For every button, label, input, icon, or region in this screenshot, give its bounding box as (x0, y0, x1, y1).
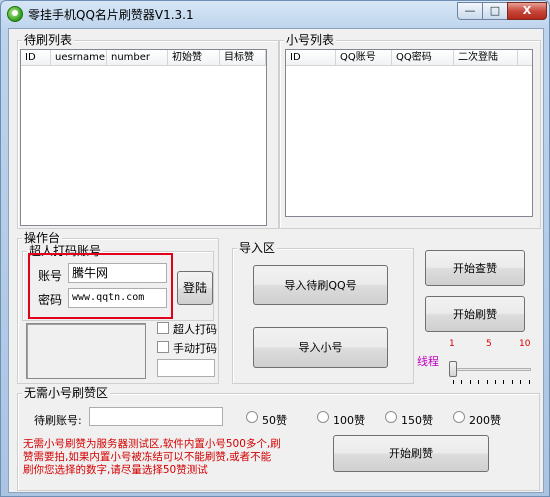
start-check-likes-button[interactable]: 开始查赞 (425, 250, 525, 286)
alt-listview[interactable]: ID QQ账号 QQ密码 二次登陆 (285, 49, 533, 217)
radio-200-label: 200赞 (469, 414, 501, 427)
notice-line-3: 刷你您选择的数字,请尽量选择50赞测试 (23, 464, 208, 476)
maximize-button[interactable]: □ (482, 2, 508, 20)
threads-tick-mark (503, 380, 505, 384)
radio-50[interactable] (246, 411, 258, 423)
pending-col-id[interactable]: ID (21, 50, 51, 65)
pending-col-initial-likes[interactable]: 初始赞 (168, 50, 220, 65)
account-label: 账号 (38, 269, 63, 283)
import-title: 导入区 (237, 241, 278, 255)
pending-col-number[interactable]: number (107, 50, 168, 65)
pending-col-username[interactable]: uesrname (51, 50, 107, 65)
threads-tick-mark (478, 380, 480, 384)
target-account-label: 待刷账号: (34, 414, 82, 427)
threads-tick-5: 5 (486, 339, 492, 349)
alt-list-title: 小号列表 (284, 33, 337, 47)
account-input[interactable]: 騰牛网 (68, 263, 167, 283)
app-logo-icon (7, 6, 23, 22)
superman-captcha-label: 超人打码 (173, 323, 217, 336)
pending-listview[interactable]: ID uesrname number 初始赞 目标赞 (20, 49, 267, 226)
pending-list-header: ID uesrname number 初始赞 目标赞 (21, 50, 266, 66)
radio-100-label: 100赞 (333, 414, 365, 427)
radio-150-label: 150赞 (401, 414, 433, 427)
manual-captcha-checkbox[interactable] (157, 341, 169, 353)
target-account-input[interactable] (89, 407, 223, 426)
window-title: 零挂手机QQ名片刷赞器V1.3.1 (28, 8, 194, 22)
superman-captcha-checkbox[interactable] (157, 322, 169, 334)
notice-line-1: 无需小号刷赞为服务器测试区,软件内置小号500多个,刷 (23, 438, 281, 450)
alt-col-qq-account[interactable]: QQ账号 (336, 50, 392, 65)
client-area: 待刷列表 ID uesrname number 初始赞 目标赞 小号列表 ID … (8, 28, 544, 493)
title-bar[interactable]: 零挂手机QQ名片刷赞器V1.3.1 — □ X (1, 1, 549, 27)
threads-tick-mark (528, 380, 530, 384)
start-like-button[interactable]: 开始刷赞 (425, 296, 525, 332)
import-pending-qq-button[interactable]: 导入待刷QQ号 (253, 265, 388, 305)
captcha-image-area (26, 323, 146, 379)
login-button[interactable]: 登陆 (177, 271, 213, 305)
no-alt-start-like-button[interactable]: 开始刷赞 (333, 435, 489, 472)
threads-tick-mark (469, 380, 471, 384)
alt-list-header: ID QQ账号 QQ密码 二次登陆 (286, 50, 532, 66)
threads-tick-10: 10 (519, 339, 531, 349)
no-alt-title: 无需小号刷赞区 (22, 386, 111, 400)
console-title: 操作台 (22, 231, 63, 245)
threads-tick-mark (495, 380, 496, 384)
alt-col-qq-password[interactable]: QQ密码 (392, 50, 454, 65)
radio-150[interactable] (385, 411, 397, 423)
threads-label: 线程 (417, 355, 439, 368)
threads-tick-mark (486, 380, 488, 384)
threads-slider-track[interactable] (451, 368, 531, 371)
minimize-button[interactable]: — (457, 2, 483, 20)
pending-list-title: 待刷列表 (22, 33, 75, 47)
threads-tick-mark (511, 380, 513, 384)
password-label: 密码 (38, 293, 63, 307)
radio-50-label: 50赞 (262, 414, 287, 427)
import-alt-accounts-button[interactable]: 导入小号 (253, 327, 388, 368)
threads-tick-mark (453, 380, 454, 384)
manual-captcha-label: 手动打码 (173, 342, 217, 355)
radio-200[interactable] (453, 411, 465, 423)
threads-tick-1: 1 (449, 339, 455, 349)
app-window: 零挂手机QQ名片刷赞器V1.3.1 — □ X 待刷列表 ID uesrname… (0, 0, 550, 497)
threads-tick-mark (520, 380, 522, 384)
threads-tick-mark (461, 380, 463, 384)
radio-100[interactable] (317, 411, 329, 423)
captcha-code-input[interactable] (157, 359, 215, 377)
pending-col-target-likes[interactable]: 目标赞 (220, 50, 266, 65)
close-button[interactable]: X (507, 2, 547, 20)
notice-line-2: 赞需要拍,如果内置小号被冻结可以不能刷赞,或者不能 (23, 451, 272, 463)
threads-slider-thumb[interactable] (449, 361, 457, 377)
alt-col-id[interactable]: ID (286, 50, 336, 65)
password-input[interactable]: www.qqtn.com (68, 288, 167, 308)
alt-col-second-login[interactable]: 二次登陆 (454, 50, 518, 65)
